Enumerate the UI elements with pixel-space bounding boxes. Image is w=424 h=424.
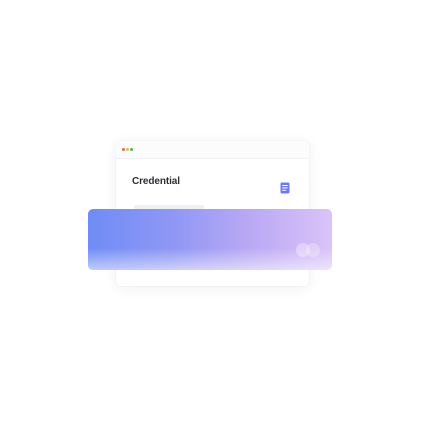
card-brand-icon [296,242,322,258]
window-titlebar [116,141,309,159]
brand-circle-right [306,243,320,257]
close-window-button[interactable] [122,148,125,151]
document-icon[interactable] [279,181,291,194]
maximize-window-button[interactable] [130,148,133,151]
minimize-window-button[interactable] [126,148,129,151]
credential-title: Credential [132,176,180,187]
stage: Credential [0,0,424,424]
credential-gradient-card[interactable] [88,209,332,270]
